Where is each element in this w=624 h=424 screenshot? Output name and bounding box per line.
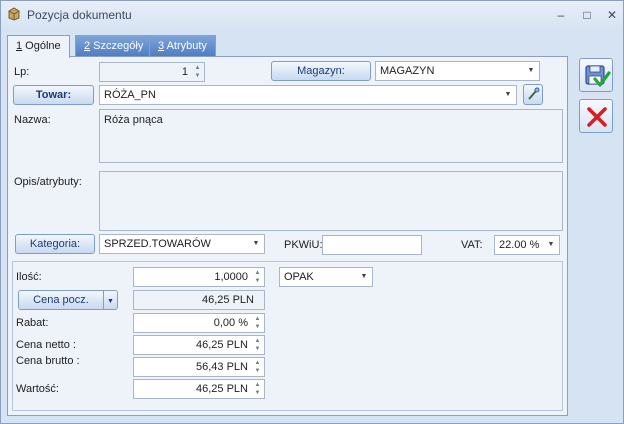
app-icon: [8, 7, 20, 21]
lp-value: 1: [181, 66, 188, 78]
tab-atrybuty[interactable]: 3 Atrybuty: [149, 35, 216, 57]
chevron-down-icon[interactable]: ▼: [526, 62, 536, 80]
rabat-field[interactable]: 0,00 % ▲ ▼: [133, 313, 265, 333]
chevron-down-icon[interactable]: ▼: [251, 235, 261, 253]
nazwa-textarea[interactable]: Róża pnąca: [99, 109, 563, 163]
magazyn-value: MAGAZYN: [380, 65, 435, 77]
rabat-spinner-icon[interactable]: ▲ ▼: [252, 315, 263, 331]
wartosc-spinner-icon[interactable]: ▲ ▼: [252, 381, 263, 397]
vat-select[interactable]: 22.00 % ▼: [494, 235, 560, 255]
lp-field[interactable]: 1 ▲ ▼: [99, 62, 205, 82]
ilosc-field[interactable]: 1,0000 ▲ ▼: [133, 267, 265, 287]
cena-brutto-label: Cena brutto :: [16, 355, 80, 367]
cena-pocz-value: 46,25 PLN: [202, 294, 254, 306]
tab-szczegoly[interactable]: 2 Szczegóły: [75, 35, 153, 57]
nazwa-value: Róża pnąca: [104, 114, 163, 126]
magazyn-button[interactable]: Magazyn:: [271, 61, 371, 81]
wartosc-label: Wartość:: [16, 383, 59, 395]
jm-value: OPAK: [284, 271, 314, 283]
rabat-label: Rabat:: [16, 317, 49, 329]
chevron-down-icon[interactable]: ▼: [359, 268, 369, 286]
save-check-icon: [585, 65, 611, 87]
save-button[interactable]: [579, 58, 613, 92]
opis-textarea[interactable]: [99, 171, 563, 231]
opis-label: Opis/atrybuty:: [14, 176, 82, 188]
edit-wand-icon: [528, 87, 540, 100]
cena-netto-spinner-icon[interactable]: ▲ ▼: [252, 337, 263, 353]
ilosc-spinner-icon[interactable]: ▲ ▼: [252, 269, 263, 285]
cancel-button[interactable]: [579, 99, 613, 133]
lp-label: Lp:: [14, 66, 30, 78]
cena-brutto-spinner-icon[interactable]: ▲ ▼: [252, 359, 263, 375]
wartosc-field[interactable]: 46,25 PLN ▲ ▼: [133, 379, 265, 399]
magazyn-select[interactable]: MAGAZYN ▼: [375, 61, 540, 81]
chevron-down-icon[interactable]: ▼: [503, 86, 513, 104]
pkwiu-field[interactable]: [322, 235, 422, 255]
kategoria-value: SPRZED.TOWARÓW: [104, 238, 211, 250]
dialog-window: Pozycja dokumentu – □ ✕ 1 Ogólne 2 Szcze…: [0, 0, 624, 424]
pkwiu-label: PKWiU:: [284, 239, 323, 251]
title-bar[interactable]: Pozycja dokumentu – □ ✕: [1, 1, 623, 31]
kategoria-select[interactable]: SPRZED.TOWARÓW ▼: [99, 234, 265, 254]
cena-netto-value: 46,25 PLN: [196, 339, 248, 351]
cena-pocz-dropdown[interactable]: ▼: [103, 290, 118, 310]
cena-netto-field[interactable]: 46,25 PLN ▲ ▼: [133, 335, 265, 355]
nazwa-label: Nazwa:: [14, 114, 51, 126]
window-title: Pozycja dokumentu: [27, 8, 132, 22]
towar-value: RÓŻA_PN: [104, 89, 156, 101]
cena-brutto-field[interactable]: 56,43 PLN ▲ ▼: [133, 357, 265, 377]
cena-pocz-field[interactable]: 46,25 PLN: [133, 290, 265, 310]
lp-spinner-icon[interactable]: ▲ ▼: [192, 64, 203, 80]
cancel-x-icon: [587, 107, 607, 127]
maximize-button[interactable]: □: [579, 7, 595, 23]
cena-brutto-value: 56,43 PLN: [196, 361, 248, 373]
chevron-down-icon[interactable]: ▼: [546, 236, 556, 254]
jm-select[interactable]: OPAK ▼: [279, 267, 373, 287]
towar-select[interactable]: RÓŻA_PN ▼: [99, 85, 517, 105]
rabat-value: 0,00 %: [213, 317, 248, 329]
towar-button[interactable]: Towar:: [13, 85, 94, 105]
kategoria-button[interactable]: Kategoria:: [15, 234, 95, 254]
vat-value: 22.00 %: [499, 239, 540, 251]
vat-label: VAT:: [461, 239, 483, 251]
pricing-panel: Ilość: 1,0000 ▲ ▼ OPAK ▼ Cena pocz. ▼ 46,…: [12, 261, 563, 411]
general-panel: Lp: 1 ▲ ▼ Magazyn: MAGAZYN ▼ Towar: RÓŻA_…: [7, 56, 568, 416]
minimize-button[interactable]: –: [553, 7, 569, 23]
cena-netto-label: Cena netto :: [16, 339, 76, 351]
cena-pocz-button[interactable]: Cena pocz.: [18, 290, 104, 310]
ilosc-label: Ilość:: [16, 271, 42, 283]
close-button[interactable]: ✕: [604, 7, 620, 23]
tab-atrybuty-label: Atrybuty: [164, 40, 207, 52]
tab-ogolne-label: Ogólne: [22, 40, 61, 52]
wartosc-value: 46,25 PLN: [196, 383, 248, 395]
tab-szczegoly-label: Szczegóły: [90, 40, 144, 52]
edit-towar-button[interactable]: [523, 84, 543, 105]
ilosc-value: 1,0000: [214, 271, 248, 283]
chevron-down-icon: ▼: [107, 298, 114, 305]
tab-ogolne[interactable]: 1 Ogólne: [7, 35, 70, 58]
